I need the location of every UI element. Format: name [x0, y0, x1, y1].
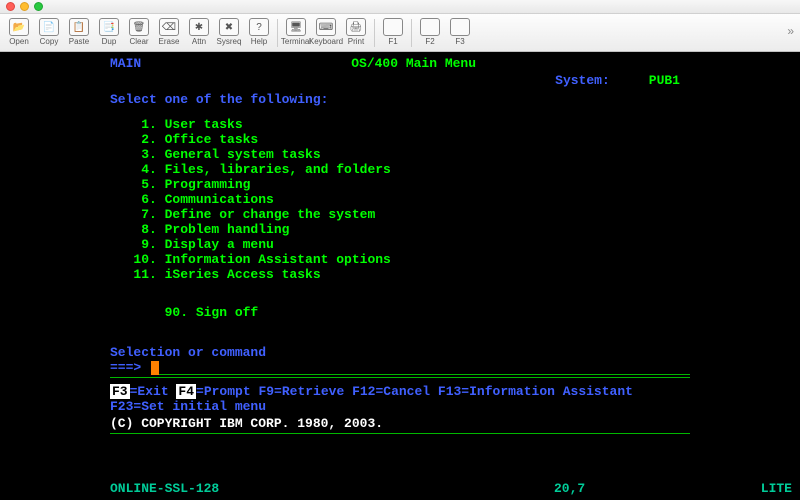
toolbar-separator — [277, 19, 278, 47]
system-label: System: — [555, 73, 610, 88]
toolbar-label: Paste — [69, 37, 89, 46]
copy-button[interactable]: 📄Copy — [34, 16, 64, 47]
menu-item[interactable]: 1. User tasks — [0, 117, 800, 132]
erase-icon: ⌫ — [159, 18, 179, 36]
dup-button[interactable]: 📑Dup — [94, 16, 124, 47]
zoom-icon[interactable] — [34, 2, 43, 11]
toolbar-label: Erase — [159, 37, 180, 46]
fkey-f3[interactable]: F3 — [110, 384, 130, 399]
open-icon: 📂 — [9, 18, 29, 36]
fkey-row-2: F23=Set initial menu — [0, 399, 800, 414]
dup-icon: 📑 — [99, 18, 119, 36]
toolbar-label: Attn — [192, 37, 206, 46]
menu-item[interactable]: 5. Programming — [0, 177, 800, 192]
divider — [110, 377, 690, 378]
terminal-button[interactable]: 🖥Terminal — [281, 16, 311, 47]
command-input[interactable]: ===> — [0, 360, 800, 375]
erase-button[interactable]: ⌫Erase — [154, 16, 184, 47]
toolbar: 📂Open📄Copy📋Paste📑Dup🗑Clear⌫Erase✱Attn✖Sy… — [0, 14, 800, 52]
toolbar-label: Copy — [40, 37, 59, 46]
menu-item-signoff[interactable]: 90. Sign off — [0, 290, 800, 335]
clear-icon: 🗑 — [129, 18, 149, 36]
menu-item[interactable]: 6. Communications — [0, 192, 800, 207]
minimize-icon[interactable] — [20, 2, 29, 11]
page-title: OS/400 Main Menu — [351, 56, 476, 71]
toolbar-label: Help — [251, 37, 267, 46]
status-connection: ONLINE-SSL-128 — [110, 481, 219, 496]
terminal-icon: 🖥 — [286, 18, 306, 36]
open-button[interactable]: 📂Open — [4, 16, 34, 47]
help-button[interactable]: ?Help — [244, 16, 274, 47]
status-mode: LITE — [761, 481, 792, 496]
menu-item[interactable]: 7. Define or change the system — [0, 207, 800, 222]
sysreq-button[interactable]: ✖Sysreq — [214, 16, 244, 47]
f3-button[interactable]: F3 — [445, 16, 475, 47]
fkey-f4[interactable]: F4 — [176, 384, 196, 399]
clear-button[interactable]: 🗑Clear — [124, 16, 154, 47]
screen-code: MAIN — [110, 56, 141, 71]
fkey-f13[interactable]: F13=Information Assistant — [438, 384, 633, 399]
menu-item[interactable]: 8. Problem handling — [0, 222, 800, 237]
toolbar-separator — [411, 19, 412, 47]
f1-button[interactable]: F1 — [378, 16, 408, 47]
paste-button[interactable]: 📋Paste — [64, 16, 94, 47]
fkey-f12[interactable]: F12=Cancel — [352, 384, 438, 399]
fkey-label: =Prompt — [196, 384, 258, 399]
toolbar-overflow-icon[interactable]: » — [787, 24, 794, 38]
print-button[interactable]: 🖨Print — [341, 16, 371, 47]
divider — [110, 433, 690, 434]
toolbar-separator — [374, 19, 375, 47]
f2-icon — [420, 18, 440, 36]
toolbar-label: Dup — [102, 37, 117, 46]
toolbar-label: Print — [348, 37, 364, 46]
fkey-f23[interactable]: F23=Set initial menu — [110, 399, 266, 414]
menu-item[interactable]: 3. General system tasks — [0, 147, 800, 162]
help-icon: ? — [249, 18, 269, 36]
keyboard-icon: ⌨ — [316, 18, 336, 36]
copyright-text: (C) COPYRIGHT IBM CORP. 1980, 2003. — [0, 416, 800, 431]
toolbar-label: F3 — [455, 37, 464, 46]
keyboard-button[interactable]: ⌨Keyboard — [311, 16, 341, 47]
toolbar-label: Terminal — [281, 37, 311, 46]
menu-item[interactable]: 10. Information Assistant options — [0, 252, 800, 267]
fkey-row-1: F3=Exit F4=Prompt F9=Retrieve F12=Cancel… — [0, 384, 800, 399]
attn-icon: ✱ — [189, 18, 209, 36]
status-bar: ONLINE-SSL-128 20,7 — [110, 481, 740, 496]
toolbar-label: Sysreq — [217, 37, 242, 46]
toolbar-label: F2 — [425, 37, 434, 46]
menu-item[interactable]: 2. Office tasks — [0, 132, 800, 147]
menu-item[interactable]: 4. Files, libraries, and folders — [0, 162, 800, 177]
status-cursor-pos: 20,7 — [219, 481, 740, 496]
f3-icon — [450, 18, 470, 36]
attn-button[interactable]: ✱Attn — [184, 16, 214, 47]
terminal-area[interactable]: MAIN OS/400 Main Menu System: PUB1 Selec… — [0, 52, 800, 500]
toolbar-label: Open — [9, 37, 29, 46]
menu-item[interactable]: 11. iSeries Access tasks — [0, 267, 800, 282]
system-value: PUB1 — [649, 73, 680, 88]
f2-button[interactable]: F2 — [415, 16, 445, 47]
paste-icon: 📋 — [69, 18, 89, 36]
command-label: Selection or command — [0, 345, 800, 360]
f1-icon — [383, 18, 403, 36]
fkey-label: =Exit — [130, 384, 177, 399]
window-titlebar — [0, 0, 800, 14]
menu-item[interactable]: 9. Display a menu — [0, 237, 800, 252]
menu-list: 1. User tasks 2. Office tasks 3. General… — [0, 117, 800, 282]
print-icon: 🖨 — [346, 18, 366, 36]
copy-icon: 📄 — [39, 18, 59, 36]
toolbar-label: F1 — [388, 37, 397, 46]
prompt-text: Select one of the following: — [0, 92, 800, 107]
close-icon[interactable] — [6, 2, 15, 11]
sysreq-icon: ✖ — [219, 18, 239, 36]
cursor-icon — [151, 361, 159, 375]
toolbar-label: Clear — [129, 37, 148, 46]
toolbar-label: Keyboard — [309, 37, 343, 46]
fkey-f9[interactable]: F9=Retrieve — [258, 384, 352, 399]
